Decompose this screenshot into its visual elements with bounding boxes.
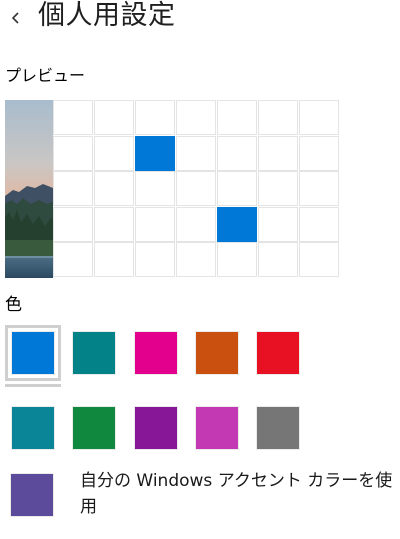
selection-indicator (5, 384, 61, 387)
swatch-fill (135, 332, 177, 374)
preview-tile (217, 100, 257, 135)
preview-tile (94, 100, 134, 135)
preview-tile (217, 136, 257, 171)
preview-tile (53, 136, 93, 171)
page-title: 個人用設定 (38, 0, 176, 31)
preview-tile (258, 242, 298, 277)
preview-tile (176, 171, 216, 206)
preview-tile (94, 242, 134, 277)
accent-preview (5, 100, 341, 278)
preview-tile (135, 100, 175, 135)
preview-tile (53, 242, 93, 277)
color-swatch-orange[interactable] (189, 325, 245, 381)
preview-tile (94, 207, 134, 242)
preview-tile (53, 171, 93, 206)
preview-tile (217, 171, 257, 206)
accent-tile (217, 207, 257, 242)
preview-tile (299, 171, 339, 206)
color-swatch-purple[interactable] (128, 400, 184, 456)
color-label: 色 (5, 295, 22, 315)
accent-tile (135, 136, 175, 171)
color-swatch-blue[interactable] (5, 325, 61, 381)
swatch-fill (196, 332, 238, 374)
preview-tile (53, 100, 93, 135)
swatch-fill (12, 332, 54, 374)
preview-label: プレビュー (5, 66, 86, 85)
color-swatch-dark-cyan[interactable] (5, 400, 61, 456)
swatch-fill (135, 407, 177, 449)
preview-tile (217, 242, 257, 277)
preview-tile (299, 136, 339, 171)
preview-tile (94, 136, 134, 171)
preview-tile (135, 242, 175, 277)
preview-tile (176, 207, 216, 242)
color-swatch-green[interactable] (66, 400, 122, 456)
preview-tile (135, 207, 175, 242)
preview-tile (176, 100, 216, 135)
preview-tile (299, 242, 339, 277)
color-swatch-orchid[interactable] (189, 400, 245, 456)
start-tiles-grid (53, 100, 341, 278)
custom-accent-label: 自分の Windows アクセント カラーを使用 (80, 471, 393, 517)
header: 個人用設定 (0, 0, 400, 40)
preview-tile (135, 171, 175, 206)
preview-tile (258, 207, 298, 242)
swatch-fill (196, 407, 238, 449)
color-swatch-magenta[interactable] (128, 325, 184, 381)
swatch-fill (257, 332, 299, 374)
back-button[interactable] (0, 0, 30, 36)
preview-tile (94, 171, 134, 206)
preview-tile (299, 207, 339, 242)
preview-tile (53, 207, 93, 242)
preview-tile (258, 171, 298, 206)
color-swatch-teal[interactable] (66, 325, 122, 381)
preview-tile (258, 100, 298, 135)
wallpaper-thumbnail (5, 100, 53, 278)
preview-tile (176, 136, 216, 171)
custom-color-swatch (11, 474, 53, 516)
custom-accent-color-option[interactable]: 自分の Windows アクセント カラーを使用 (5, 468, 395, 528)
chevron-left-icon (8, 9, 22, 27)
swatch-fill (73, 407, 115, 449)
preview-tile (176, 242, 216, 277)
color-swatch-gray[interactable] (250, 400, 306, 456)
color-swatch-red[interactable] (250, 325, 306, 381)
preview-tile (258, 136, 298, 171)
preview-tile (299, 100, 339, 135)
swatch-fill (73, 332, 115, 374)
swatch-fill (257, 407, 299, 449)
swatch-fill (12, 407, 54, 449)
